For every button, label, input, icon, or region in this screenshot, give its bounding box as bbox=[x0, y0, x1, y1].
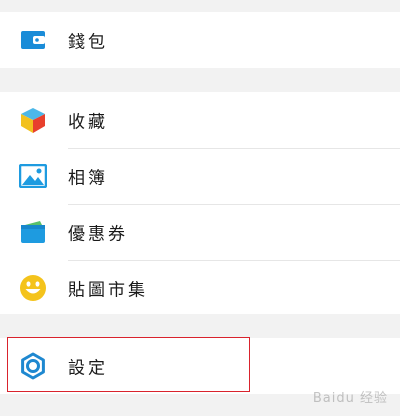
image-icon bbox=[19, 162, 47, 190]
menu-item-coupons[interactable]: 優惠券 bbox=[0, 204, 400, 260]
menu-item-label: 收藏 bbox=[68, 112, 108, 133]
menu-item-label: 優惠券 bbox=[68, 224, 128, 245]
watermark: Baidu 经验 bbox=[312, 391, 388, 406]
menu-item-favorites[interactable]: 收藏 bbox=[0, 92, 400, 148]
menu-item-label: 錢包 bbox=[68, 32, 108, 53]
wallet-icon bbox=[19, 26, 47, 54]
cube-icon bbox=[19, 106, 47, 134]
menu-item-label: 貼圖市集 bbox=[68, 280, 148, 301]
ticket-icon bbox=[19, 218, 47, 246]
smiley-icon bbox=[19, 274, 47, 302]
menu-item-albums[interactable]: 相簿 bbox=[0, 148, 400, 204]
group-content: 收藏 相簿 優惠券 貼圖市集 bbox=[0, 92, 400, 314]
highlight-box bbox=[7, 337, 250, 392]
menu-item-wallet[interactable]: 錢包 bbox=[0, 12, 400, 68]
group-wallet: 錢包 bbox=[0, 12, 400, 68]
menu-item-label: 相簿 bbox=[68, 168, 108, 189]
menu-item-sticker-shop[interactable]: 貼圖市集 bbox=[0, 260, 400, 316]
